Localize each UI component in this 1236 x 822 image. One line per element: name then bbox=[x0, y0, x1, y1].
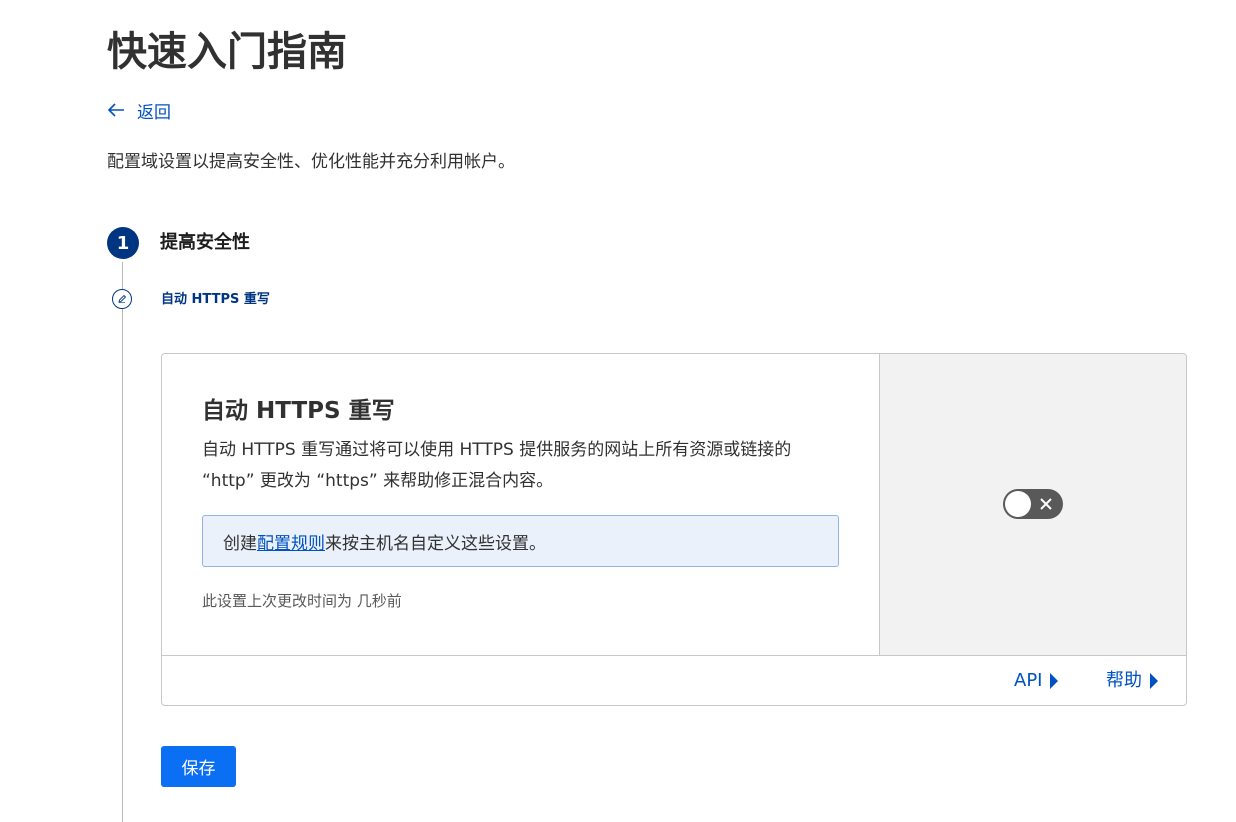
info-box: 创建 配置规则 来按主机名自定义这些设置。 bbox=[202, 515, 839, 567]
step-number-badge: 1 bbox=[107, 227, 139, 259]
configuration-rules-link[interactable]: 配置规则 bbox=[257, 529, 325, 554]
https-rewrite-toggle[interactable] bbox=[1003, 489, 1063, 519]
close-icon bbox=[1040, 498, 1052, 510]
setting-card-footer: API 帮助 bbox=[162, 655, 1186, 705]
info-suffix: 来按主机名自定义这些设置。 bbox=[325, 533, 546, 554]
help-link[interactable]: 帮助 bbox=[1106, 668, 1158, 694]
page-title: 快速入门指南 bbox=[107, 29, 347, 75]
info-prefix: 创建 bbox=[223, 533, 257, 554]
back-link-label: 返回 bbox=[137, 102, 171, 123]
save-button[interactable]: 保存 bbox=[161, 746, 236, 787]
toggle-knob bbox=[1005, 491, 1031, 517]
setting-control-panel bbox=[880, 354, 1186, 655]
substep-label[interactable]: 自动 HTTPS 重写 bbox=[161, 291, 270, 309]
api-link[interactable]: API bbox=[1014, 668, 1059, 694]
triangle-right-icon bbox=[1150, 673, 1158, 689]
back-link[interactable]: 返回 bbox=[107, 98, 171, 123]
arrow-left-icon bbox=[107, 103, 124, 117]
setting-description: 自动 HTTPS 重写通过将可以使用 HTTPS 提供服务的网站上所有资源或链接… bbox=[202, 440, 792, 491]
api-link-label: API bbox=[1014, 670, 1043, 691]
page-intro: 配置域设置以提高安全性、优化性能并充分利用帐户。 bbox=[107, 152, 515, 172]
step-title: 提高安全性 bbox=[160, 232, 250, 253]
setting-card-content: 自动 HTTPS 重写 自动 HTTPS 重写通过将可以使用 HTTPS 提供服… bbox=[162, 354, 880, 655]
help-link-label: 帮助 bbox=[1106, 670, 1142, 691]
step-timeline-line bbox=[122, 262, 123, 822]
setting-card: 自动 HTTPS 重写 自动 HTTPS 重写通过将可以使用 HTTPS 提供服… bbox=[161, 353, 1187, 706]
pencil-icon bbox=[112, 289, 132, 309]
triangle-right-icon bbox=[1050, 673, 1059, 689]
last-updated-text: 此设置上次更改时间为 几秒前 bbox=[202, 592, 402, 610]
setting-title: 自动 HTTPS 重写 bbox=[202, 398, 395, 424]
